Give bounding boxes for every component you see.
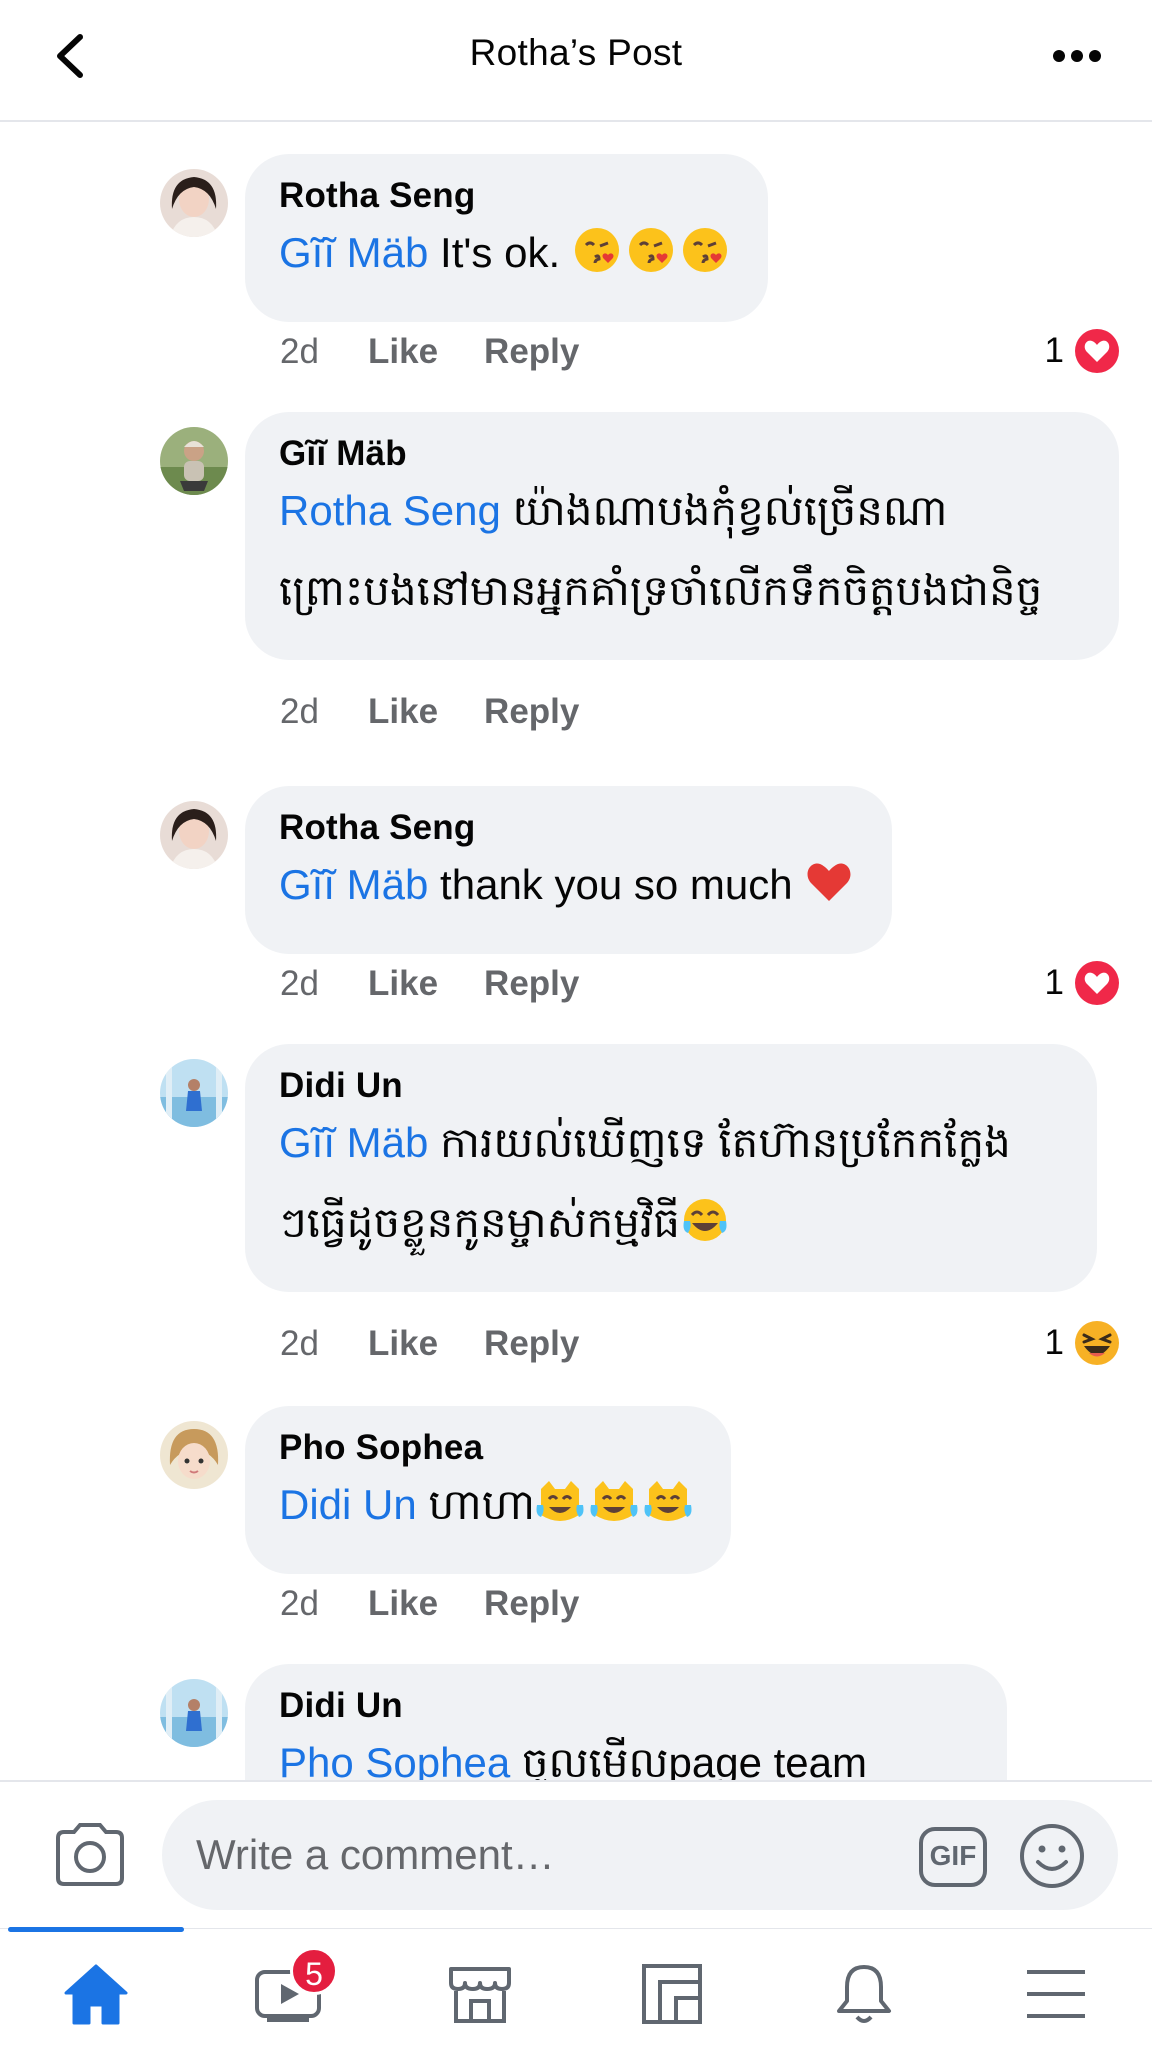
comment-time: 2d bbox=[280, 1324, 319, 1363]
marketplace-icon bbox=[449, 1967, 511, 2023]
comment-bubble[interactable]: Rotha Seng Gĩĩ Mäb It's ok. bbox=[245, 154, 768, 322]
haha-reaction-icon bbox=[1075, 1321, 1119, 1365]
avatar[interactable] bbox=[160, 1679, 228, 1747]
notification-badge: 5 bbox=[290, 1947, 338, 1995]
comment-text: Gĩĩ Mäb thank you so much bbox=[279, 840, 858, 930]
comment-time: 2d bbox=[280, 332, 319, 371]
page-title: Rotha’s Post bbox=[469, 32, 683, 73]
mention-link[interactable]: Pho Sophea bbox=[279, 1739, 510, 1780]
comment-time: 2d bbox=[280, 964, 319, 1003]
cat-tears-of-joy-emoji-icon bbox=[590, 1481, 638, 1521]
menu-icon bbox=[1027, 1970, 1085, 2018]
comment-bubble[interactable]: Gĩĩ Mäb Rotha Seng យ៉ាងណាបងកុំខ្វល់ច្រើន… bbox=[245, 412, 1119, 660]
avatar-rotha-seng bbox=[160, 801, 228, 869]
mention-link[interactable]: Didi Un bbox=[279, 1481, 417, 1528]
mention-link[interactable]: Gĩĩ Mäb bbox=[279, 1119, 428, 1166]
comment-text: Gĩĩ Mäb ការយល់ឃើញទេ តែហ៊ានប្រកែកក្លែង bbox=[279, 1119, 1011, 1166]
comment-text: Gĩĩ Mäb It's ok. bbox=[279, 208, 734, 298]
comment-text: Rotha Seng យ៉ាងណាបងកុំខ្វល់ច្រើនណា bbox=[279, 487, 948, 534]
home-icon bbox=[64, 1964, 128, 2025]
comment-time: 2d bbox=[280, 692, 319, 731]
reaction-summary[interactable]: 1 bbox=[1045, 328, 1120, 374]
avatar-gii-mab bbox=[160, 427, 228, 495]
reply-button[interactable]: Reply bbox=[484, 1584, 579, 1624]
reaction-count: 1 bbox=[1044, 963, 1064, 1002]
kiss-heart-emoji-icon bbox=[574, 228, 619, 272]
camera-button[interactable] bbox=[52, 1822, 128, 1888]
like-button[interactable]: Like bbox=[368, 1584, 438, 1624]
comment-text: Pho Sophea ចូលមើលpage team bbox=[279, 1718, 973, 1780]
reaction-count: 1 bbox=[1044, 1323, 1064, 1362]
kiss-heart-emoji-icon bbox=[682, 228, 727, 272]
tears-of-joy-emoji-icon bbox=[683, 1199, 727, 1241]
comment-text-line-2: ៗធ្វើដូចខ្លួនកូនម្ចាស់កម្មវិធី bbox=[279, 1178, 1063, 1268]
cat-tears-of-joy-emoji-icon bbox=[536, 1481, 584, 1521]
more-horizontal-icon bbox=[1053, 50, 1101, 62]
avatar-pho-sophea bbox=[160, 1421, 228, 1489]
mention-link[interactable]: Gĩĩ Mäb bbox=[279, 861, 428, 908]
avatar[interactable] bbox=[160, 1421, 228, 1489]
feed-icon bbox=[642, 1964, 702, 2024]
reply-button[interactable]: Reply bbox=[484, 332, 579, 372]
comment-text-line-2: ព្រោះបងនៅមានអ្នកគាំទ្រចាំលើកទឹកចិត្តបងជា… bbox=[279, 567, 1043, 614]
gif-button[interactable]: GIF bbox=[918, 1826, 988, 1888]
active-tab-indicator bbox=[8, 1927, 184, 1932]
avatar-rotha-seng bbox=[160, 169, 228, 237]
avatar-didi-un bbox=[160, 1679, 228, 1747]
reply-button[interactable]: Reply bbox=[484, 964, 579, 1004]
kiss-heart-emoji-icon bbox=[628, 228, 673, 272]
comment-bubble[interactable]: Rotha Seng Gĩĩ Mäb thank you so much bbox=[245, 786, 893, 954]
tab-notifications[interactable] bbox=[816, 1951, 912, 2037]
comment-meta: 2d Like Reply bbox=[280, 332, 625, 372]
avatar[interactable] bbox=[160, 169, 228, 237]
comment-bubble[interactable]: Didi Un Pho Sophea ចូលមើលpage team bbox=[245, 1664, 1007, 1780]
tab-home[interactable] bbox=[48, 1951, 144, 2037]
top-bar: Rotha’s Post bbox=[0, 0, 1152, 122]
like-button[interactable]: Like bbox=[368, 332, 438, 372]
reaction-summary[interactable]: 1 bbox=[1045, 1320, 1120, 1366]
avatar[interactable] bbox=[160, 427, 228, 495]
comment-meta: 2d Like Reply bbox=[280, 1324, 625, 1364]
tab-menu[interactable] bbox=[1008, 1951, 1104, 2037]
heart-reaction-icon bbox=[1075, 329, 1119, 373]
cat-tears-of-joy-emoji-icon bbox=[644, 1481, 692, 1521]
avatar[interactable] bbox=[160, 1059, 228, 1127]
tab-marketplace[interactable] bbox=[432, 1951, 528, 2037]
tab-groups[interactable] bbox=[624, 1951, 720, 2037]
comment-bubble[interactable]: Pho Sophea Didi Un ហាហា bbox=[245, 1406, 732, 1574]
camera-icon bbox=[56, 1823, 124, 1886]
mention-link[interactable]: Gĩĩ Mäb bbox=[279, 229, 428, 276]
bell-icon bbox=[837, 1965, 891, 2023]
reaction-count: 1 bbox=[1044, 331, 1064, 370]
like-button[interactable]: Like bbox=[368, 1324, 438, 1364]
reply-button[interactable]: Reply bbox=[484, 1324, 579, 1364]
like-button[interactable]: Like bbox=[368, 964, 438, 1004]
smiley-icon bbox=[1020, 1824, 1084, 1888]
heart-reaction-icon bbox=[1075, 961, 1119, 1005]
comment-meta: 2d Like Reply bbox=[280, 964, 625, 1004]
avatar-didi-un bbox=[160, 1059, 228, 1127]
comment-composer: GIF bbox=[0, 1780, 1152, 1928]
mention-link[interactable]: Rotha Seng bbox=[279, 487, 501, 534]
comment-time: 2d bbox=[280, 1584, 319, 1623]
emoji-button[interactable] bbox=[1018, 1822, 1086, 1890]
comment-list: Rotha Seng Gĩĩ Mäb It's ok. 2d Like Reply … bbox=[0, 124, 1152, 1780]
more-options-button[interactable] bbox=[1042, 28, 1112, 84]
red-heart-emoji-icon bbox=[807, 863, 851, 901]
tab-watch[interactable]: 5 bbox=[240, 1947, 338, 2037]
comment-bubble[interactable]: Didi Un Gĩĩ Mäb ការយល់ឃើញទេ តែហ៊ានប្រកែក… bbox=[245, 1044, 1097, 1292]
reply-button[interactable]: Reply bbox=[484, 692, 579, 732]
avatar[interactable] bbox=[160, 801, 228, 869]
reaction-summary[interactable]: 1 bbox=[1045, 960, 1120, 1006]
like-button[interactable]: Like bbox=[368, 692, 438, 732]
gif-label: GIF bbox=[929, 1840, 977, 1871]
comment-meta: 2d Like Reply bbox=[280, 1584, 625, 1624]
comment-meta: 2d Like Reply bbox=[280, 692, 625, 732]
comment-text: Didi Un ហាហា bbox=[279, 1460, 697, 1550]
bottom-navigation: 5 bbox=[0, 1927, 1152, 2048]
